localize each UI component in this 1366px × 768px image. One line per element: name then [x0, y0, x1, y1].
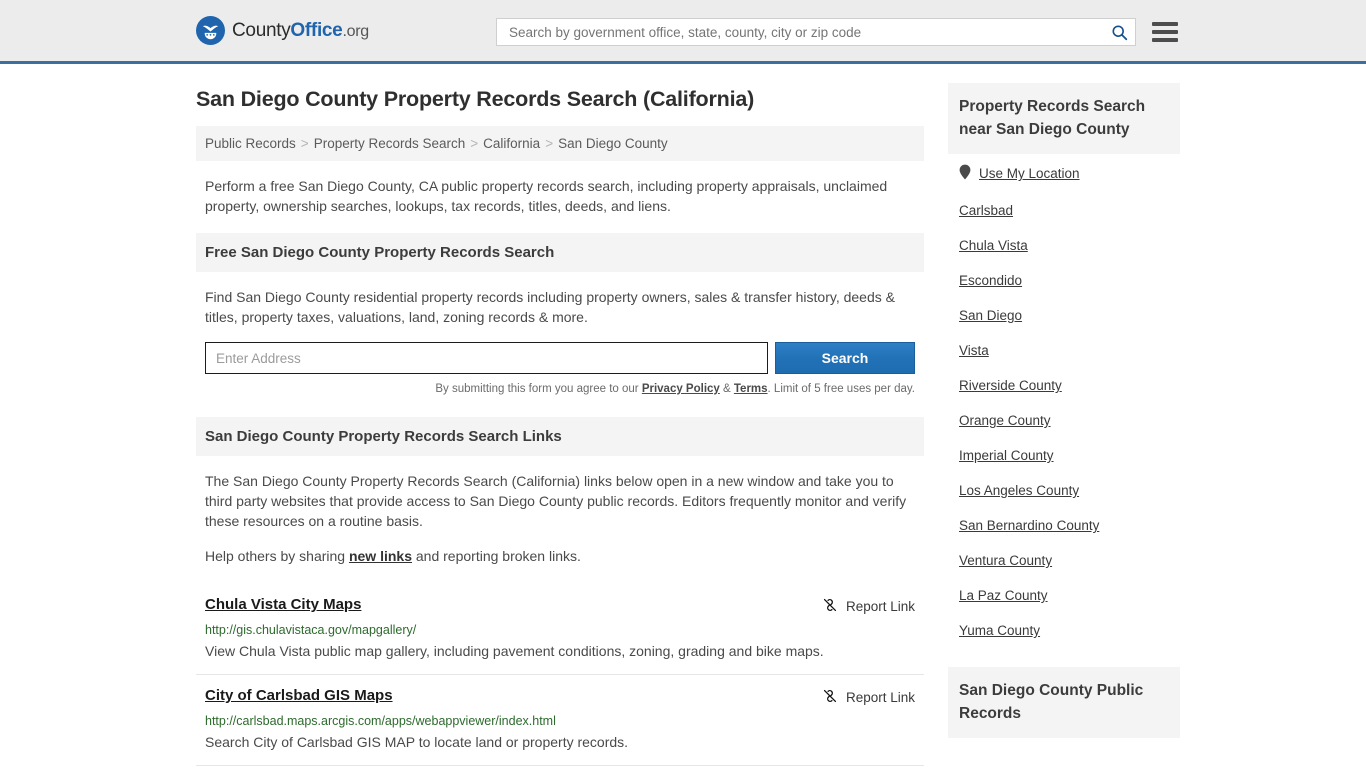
report-link-label: Report Link — [845, 690, 915, 705]
sidebar-item-label: Use My Location — [979, 166, 1080, 181]
list-item: Chula Vista City Maps Report Link http:/… — [196, 584, 924, 674]
site-logo[interactable]: CountyOffice.org — [196, 16, 369, 45]
disclaimer-suffix: . Limit of 5 free uses per day. — [767, 383, 915, 395]
main-content: San Diego County Property Records Search… — [196, 64, 924, 768]
sidebar-item-la-paz-county[interactable]: La Paz County — [959, 578, 1169, 613]
sidebar-item-escondido[interactable]: Escondido — [959, 263, 1169, 298]
breadcrumb-item-public-records[interactable]: Public Records — [205, 136, 296, 151]
sidebar-item-label: Escondido — [959, 273, 1023, 288]
sidebar-links: Use My Location Carlsbad Chula Vista Esc… — [948, 154, 1180, 648]
sidebar-item-vista[interactable]: Vista — [959, 333, 1169, 368]
global-search-input[interactable] — [507, 23, 1109, 41]
form-disclaimer: By submitting this form you agree to our… — [205, 383, 915, 395]
sidebar-item-label: Carlsbad — [959, 203, 1014, 218]
list-item: City of Carlsbad GIS Maps Report Link ht… — [196, 674, 924, 765]
breadcrumb-separator: > — [545, 136, 554, 151]
link-row: City of Carlsbad GIS Maps Report Link — [205, 687, 915, 707]
breadcrumb: Public Records > Property Records Search > C… — [196, 126, 924, 161]
breadcrumb-separator: > — [470, 136, 479, 151]
report-link-button[interactable]: Report Link — [822, 596, 915, 616]
logo-text-office: Office — [290, 19, 343, 41]
map-pin-icon — [959, 164, 971, 183]
hamburger-bar-2 — [1152, 30, 1178, 34]
sidebar-item-carlsbad[interactable]: Carlsbad — [959, 193, 1169, 228]
sidebar-item-riverside-county[interactable]: Riverside County — [959, 368, 1169, 403]
logo-text-county: County — [232, 19, 291, 41]
broken-link-icon — [822, 688, 838, 707]
address-search-form: Search — [205, 342, 915, 374]
link-url: http://carlsbad.maps.arcgis.com/apps/web… — [205, 714, 556, 728]
sidebar-item-orange-county[interactable]: Orange County — [959, 403, 1169, 438]
global-search-box[interactable] — [496, 18, 1136, 46]
disclaimer-amp: & — [719, 383, 734, 395]
sidebar-item-label: Yuma County — [959, 623, 1041, 638]
eagle-shield-icon — [196, 16, 225, 45]
report-link-button[interactable]: Report Link — [822, 687, 915, 707]
link-title[interactable]: Chula Vista City Maps — [205, 596, 361, 613]
hamburger-menu-icon[interactable] — [1152, 22, 1178, 42]
records-links-list: Chula Vista City Maps Report Link http:/… — [196, 584, 924, 768]
breadcrumb-separator: > — [300, 136, 309, 151]
sidebar-item-label: Ventura County — [959, 553, 1053, 568]
links-section-paragraph: The San Diego County Property Records Se… — [205, 473, 907, 529]
sidebar-item-imperial-county[interactable]: Imperial County — [959, 438, 1169, 473]
sidebar-item-label: Chula Vista — [959, 238, 1028, 253]
sidebar-item-chula-vista[interactable]: Chula Vista — [959, 228, 1169, 263]
sidebar-item-label: Vista — [959, 343, 989, 358]
report-link-label: Report Link — [845, 599, 915, 614]
sidebar-item-use-my-location[interactable]: Use My Location — [959, 154, 1169, 193]
breadcrumb-item-property-records-search[interactable]: Property Records Search — [314, 136, 466, 151]
link-title[interactable]: City of Carlsbad GIS Maps — [205, 687, 393, 704]
link-description: View Chula Vista public map gallery, inc… — [205, 643, 824, 659]
links-section-help: Help others by sharing new links and rep… — [205, 546, 915, 566]
free-search-heading: Free San Diego County Property Records S… — [196, 233, 924, 272]
sidebar-item-label: Riverside County — [959, 378, 1062, 393]
magnifier-icon[interactable] — [1109, 22, 1129, 42]
sidebar-item-label: Orange County — [959, 413, 1051, 428]
address-input[interactable] — [205, 342, 768, 374]
sidebar-item-san-diego[interactable]: San Diego — [959, 298, 1169, 333]
logo-text-org: .org — [342, 22, 369, 40]
sidebar-item-label: La Paz County — [959, 588, 1048, 603]
sidebar-heading: Property Records Search near San Diego C… — [948, 83, 1180, 154]
hamburger-bar-3 — [1152, 38, 1178, 42]
sidebar-second-heading: San Diego County Public Records — [948, 667, 1180, 738]
sidebar-item-yuma-county[interactable]: Yuma County — [959, 613, 1169, 648]
privacy-policy-link[interactable]: Privacy Policy — [642, 383, 720, 395]
logo-wordmark: CountyOffice.org — [232, 20, 369, 42]
intro-paragraph: Perform a free San Diego County, CA publ… — [205, 178, 888, 214]
link-url: http://gis.chulavistaca.gov/mapgallery/ — [205, 623, 417, 637]
breadcrumb-item-california[interactable]: California — [483, 136, 540, 151]
sidebar-item-san-bernardino-county[interactable]: San Bernardino County — [959, 508, 1169, 543]
sidebar-item-label: San Bernardino County — [959, 518, 1100, 533]
hamburger-bar-1 — [1152, 22, 1178, 26]
free-search-description: Find San Diego County residential proper… — [205, 289, 895, 325]
help-prefix: Help others by sharing — [205, 548, 349, 564]
address-search-button[interactable]: Search — [775, 342, 915, 374]
broken-link-icon — [822, 597, 838, 616]
sidebar-item-label: Los Angeles County — [959, 483, 1080, 498]
terms-link[interactable]: Terms — [734, 383, 768, 395]
sidebar-item-label: San Diego — [959, 308, 1023, 323]
sidebar-item-ventura-county[interactable]: Ventura County — [959, 543, 1169, 578]
disclaimer-prefix: By submitting this form you agree to our — [435, 383, 642, 395]
links-section-heading: San Diego County Property Records Search… — [196, 417, 924, 456]
breadcrumb-item-san-diego-county[interactable]: San Diego County — [558, 136, 668, 151]
global-search-area — [496, 18, 1178, 46]
site-header: CountyOffice.org — [0, 0, 1366, 64]
page-title: San Diego County Property Records Search… — [196, 87, 755, 111]
link-row: Chula Vista City Maps Report Link — [205, 596, 915, 616]
sidebar: Property Records Search near San Diego C… — [948, 64, 1180, 768]
sidebar-item-los-angeles-county[interactable]: Los Angeles County — [959, 473, 1169, 508]
page-wrapper: San Diego County Property Records Search… — [0, 64, 1366, 768]
sidebar-item-label: Imperial County — [959, 448, 1054, 463]
help-suffix: and reporting broken links. — [412, 548, 581, 564]
new-links-link[interactable]: new links — [349, 548, 412, 564]
link-description: Search City of Carlsbad GIS MAP to locat… — [205, 734, 629, 750]
